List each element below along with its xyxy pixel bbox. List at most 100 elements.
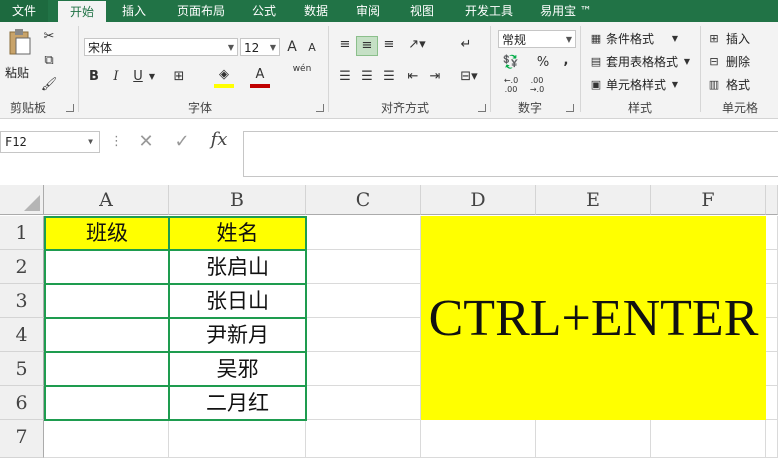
grid-cell[interactable] <box>306 250 421 284</box>
cell-a3[interactable] <box>44 283 170 319</box>
number-launcher-icon[interactable] <box>566 104 574 112</box>
fill-color-icon[interactable]: ◈ <box>214 66 234 88</box>
grid-cell[interactable] <box>306 284 421 318</box>
merge-center-icon[interactable]: ⊟▾ <box>456 68 482 86</box>
column-header-d[interactable]: D <box>421 185 536 215</box>
row-header-5[interactable]: 5 <box>0 352 44 386</box>
decrease-indent-icon[interactable]: ⇤ <box>404 68 422 86</box>
row-header-7[interactable]: 7 <box>0 420 44 458</box>
column-header-e[interactable]: E <box>536 185 651 215</box>
cell-a1[interactable]: 班级 <box>44 216 170 251</box>
format-painter-icon[interactable]: 🖌 <box>40 76 58 94</box>
conditional-formatting-icon[interactable]: ▦ <box>588 30 604 48</box>
tab-data[interactable]: 数据 <box>294 0 338 22</box>
cell-styles-icon[interactable]: ▣ <box>588 76 604 94</box>
chevron-down-icon[interactable]: ▼ <box>147 68 157 86</box>
grid-cell[interactable] <box>766 284 778 318</box>
tab-insert[interactable]: 插入 <box>110 0 158 22</box>
row-header-1[interactable]: 1 <box>0 216 44 250</box>
tab-view[interactable]: 视图 <box>398 0 446 22</box>
select-all-button[interactable] <box>0 185 44 215</box>
grid-cell[interactable] <box>306 420 421 458</box>
grid-cell[interactable] <box>766 386 778 420</box>
cell-a7[interactable] <box>44 421 169 458</box>
grid-cell[interactable] <box>306 386 421 420</box>
chevron-down-icon[interactable]: ▼ <box>670 30 680 48</box>
cell-a5[interactable] <box>44 351 170 387</box>
align-bottom-icon[interactable]: ≡ <box>380 36 398 54</box>
increase-indent-icon[interactable]: ⇥ <box>426 68 444 86</box>
copy-icon[interactable]: ⧉ <box>40 52 58 70</box>
name-box[interactable]: F12 ▼ <box>0 131 100 153</box>
insert-function-icon[interactable]: fx <box>202 131 236 149</box>
wrap-text-icon[interactable]: ↵ <box>456 36 476 54</box>
cell-b7[interactable] <box>169 421 306 458</box>
tab-home[interactable]: 开始 <box>58 1 106 22</box>
cut-icon[interactable]: ✂ <box>40 28 58 46</box>
cell-a2[interactable] <box>44 249 170 285</box>
font-size-select[interactable]: 12 ▼ <box>240 38 280 56</box>
row-header-2[interactable]: 2 <box>0 250 44 284</box>
tab-file[interactable]: 文件 <box>0 0 48 22</box>
row-header-6[interactable]: 6 <box>0 386 44 420</box>
shrink-font-icon[interactable]: A <box>304 39 320 57</box>
format-cells-icon[interactable]: ▥ <box>706 76 722 94</box>
grid-cell[interactable] <box>306 352 421 386</box>
format-as-table-icon[interactable]: ▤ <box>588 53 604 71</box>
percent-button[interactable]: % <box>534 54 552 72</box>
borders-icon[interactable]: ⊞ <box>170 68 188 86</box>
cell-b1[interactable]: 姓名 <box>168 216 307 251</box>
align-left-icon[interactable]: ☰ <box>336 68 354 86</box>
delete-cells-button[interactable]: 删除 <box>726 53 750 71</box>
align-middle-icon[interactable]: ≡ <box>356 36 378 56</box>
insert-cells-icon[interactable]: ⊞ <box>706 30 722 48</box>
align-right-icon[interactable]: ☰ <box>380 68 398 86</box>
cell-b4[interactable]: 尹新月 <box>168 317 307 353</box>
currency-icon[interactable]: 💱 <box>500 54 522 72</box>
column-header-c[interactable]: C <box>306 185 421 215</box>
row-header-4[interactable]: 4 <box>0 318 44 352</box>
cell-b6[interactable]: 二月红 <box>168 385 307 421</box>
cell-a4[interactable] <box>44 317 170 353</box>
column-header-f[interactable]: F <box>651 185 766 215</box>
align-center-icon[interactable]: ☰ <box>358 68 376 86</box>
confirm-entry-icon[interactable]: ✓ <box>166 133 198 151</box>
insert-cells-button[interactable]: 插入 <box>726 30 750 48</box>
delete-cells-icon[interactable]: ⊟ <box>706 53 722 71</box>
font-color-icon[interactable]: A <box>250 66 270 88</box>
orientation-icon[interactable]: ↗▾ <box>404 36 430 54</box>
cell-a6[interactable] <box>44 385 170 421</box>
grid-cell[interactable] <box>766 420 778 458</box>
font-launcher-icon[interactable] <box>316 104 324 112</box>
conditional-formatting-button[interactable]: 条件格式 <box>606 30 654 48</box>
paste-icon[interactable] <box>5 28 35 58</box>
more-options-icon[interactable]: ⋮ <box>110 133 123 151</box>
italic-button[interactable]: I <box>108 68 124 86</box>
tab-yiyongbao[interactable]: 易用宝 ™ <box>532 0 600 22</box>
phonetic-guide-icon[interactable]: wén <box>290 64 314 74</box>
grid-cell[interactable] <box>766 318 778 352</box>
chevron-down-icon[interactable]: ▼ <box>670 76 680 94</box>
cancel-entry-icon[interactable]: ✕ <box>130 133 162 151</box>
bold-button[interactable]: B <box>86 68 102 86</box>
format-cells-button[interactable]: 格式 <box>726 76 750 94</box>
increase-decimal-icon[interactable]: ←.0.00 <box>500 76 522 94</box>
column-header-a[interactable]: A <box>44 185 169 215</box>
tab-developer[interactable]: 开发工具 <box>456 0 522 22</box>
row-header-3[interactable]: 3 <box>0 284 44 318</box>
cell-b3[interactable]: 张日山 <box>168 283 307 319</box>
cell-styles-button[interactable]: 单元格样式 <box>606 76 666 94</box>
tab-review[interactable]: 审阅 <box>346 0 390 22</box>
alignment-launcher-icon[interactable] <box>478 104 486 112</box>
decrease-decimal-icon[interactable]: .00 →.0 <box>526 76 548 94</box>
tab-formulas[interactable]: 公式 <box>242 0 286 22</box>
grid-cell[interactable] <box>766 352 778 386</box>
font-name-select[interactable]: 宋体 ▼ <box>84 38 238 56</box>
grid-cell[interactable] <box>536 420 651 458</box>
grid-cell[interactable] <box>651 420 766 458</box>
grid-cell[interactable] <box>766 250 778 284</box>
align-top-icon[interactable]: ≡ <box>336 36 354 54</box>
formula-input[interactable] <box>243 131 778 177</box>
chevron-down-icon[interactable]: ▼ <box>682 53 692 71</box>
comma-style-button[interactable]: , <box>558 52 574 70</box>
